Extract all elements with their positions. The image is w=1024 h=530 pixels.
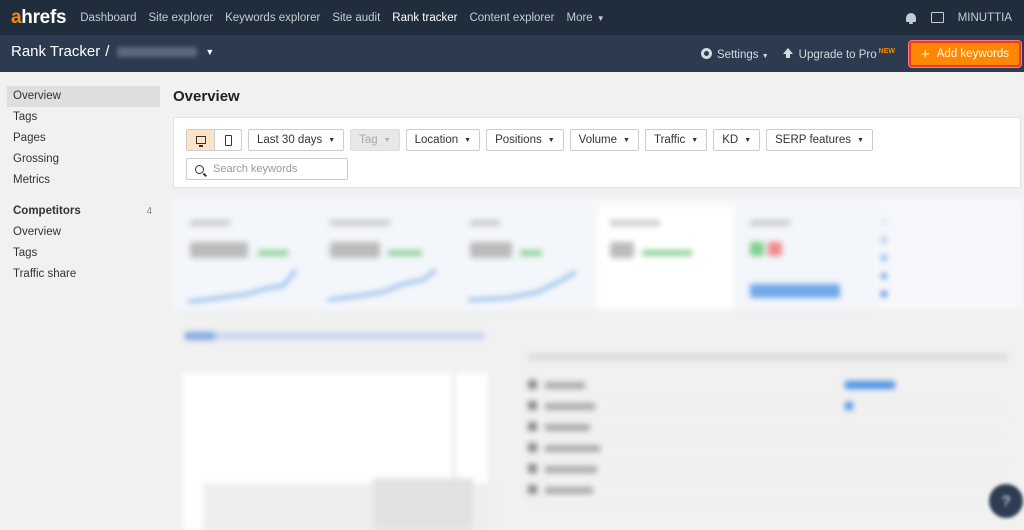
mobile-icon bbox=[224, 134, 232, 146]
plus-icon: + bbox=[921, 45, 930, 63]
filter-panel: Last 30 days ▼ Tag ▼ Location ▼ Positions ▼ … bbox=[173, 117, 1021, 188]
date-range-dropdown[interactable]: Last 30 days ▼ bbox=[248, 129, 345, 151]
nav-keywords-explorer[interactable]: Keywords explorer bbox=[225, 12, 320, 24]
chevron-down-icon: ▼ bbox=[761, 52, 769, 60]
nav-content-explorer[interactable]: Content explorer bbox=[469, 12, 554, 24]
volume-dropdown[interactable]: Volume ▼ bbox=[569, 129, 639, 151]
chevron-down-icon: ▼ bbox=[547, 136, 555, 144]
nav-site-explorer[interactable]: Site explorer bbox=[149, 12, 214, 24]
sparkline bbox=[468, 271, 577, 301]
positions-dropdown[interactable]: Positions ▼ bbox=[486, 129, 564, 151]
metric-card bbox=[738, 206, 873, 310]
sparkline bbox=[328, 269, 437, 301]
nav-site-audit[interactable]: Site audit bbox=[332, 12, 380, 24]
search-icon bbox=[195, 164, 204, 174]
device-toggle bbox=[186, 129, 242, 151]
top-right-controls: MINUTTIA bbox=[905, 0, 1012, 35]
sidebar-item-metrics[interactable]: Metrics bbox=[7, 170, 160, 191]
metric-card bbox=[458, 206, 593, 310]
blurred-overview-content bbox=[173, 198, 1024, 530]
chevron-down-icon: ▼ bbox=[383, 136, 391, 144]
filter-bar: Last 30 days ▼ Tag ▼ Location ▼ Positions ▼ … bbox=[186, 129, 873, 151]
chevron-down-icon: ▼ bbox=[464, 136, 472, 144]
ahrefs-logo[interactable]: ahrefs bbox=[11, 7, 67, 29]
header-actions: Settings ▼ Upgrade to Pro NEW + Add keywor… bbox=[700, 41, 1021, 67]
sidebar-item-pages[interactable]: Pages bbox=[7, 128, 160, 149]
upgrade-button[interactable]: Upgrade to Pro NEW bbox=[782, 47, 895, 61]
settings-button[interactable]: Settings ▼ bbox=[700, 47, 769, 61]
traffic-dropdown[interactable]: Traffic ▼ bbox=[644, 129, 708, 151]
location-dropdown[interactable]: Location ▼ bbox=[405, 129, 481, 151]
sparkline bbox=[188, 269, 297, 303]
breadcrumb: Rank Tracker / ▼ bbox=[11, 43, 214, 60]
mobile-toggle[interactable] bbox=[214, 130, 241, 150]
desktop-toggle[interactable] bbox=[187, 130, 214, 150]
serp-features-dropdown[interactable]: SERP features ▼ bbox=[766, 129, 873, 151]
desktop-icon bbox=[195, 136, 206, 147]
chevron-down-icon: ▼ bbox=[691, 136, 699, 144]
sidebar: Overview Tags Pages Grossing Metrics Com… bbox=[0, 72, 165, 530]
chevron-down-icon: ▼ bbox=[328, 136, 336, 144]
tag-dropdown[interactable]: Tag ▼ bbox=[350, 129, 400, 151]
serp-features-table bbox=[528, 378, 1008, 518]
help-chat-button[interactable]: ? bbox=[989, 484, 1023, 518]
search-keywords-field[interactable] bbox=[186, 158, 348, 180]
project-name-blurred[interactable] bbox=[117, 46, 198, 57]
positions-legend bbox=[881, 214, 1011, 304]
upgrade-arrow-icon bbox=[782, 47, 793, 59]
user-menu[interactable]: MINUTTIA bbox=[958, 12, 1012, 24]
sidebar-item-competitors-overview[interactable]: Overview bbox=[7, 222, 160, 243]
chevron-down-icon: ▼ bbox=[596, 13, 605, 23]
sidebar-item-overview[interactable]: Overview bbox=[7, 86, 160, 107]
chevron-down-icon: ▼ bbox=[857, 136, 864, 144]
search-input[interactable] bbox=[213, 163, 333, 175]
chevron-down-icon: ▼ bbox=[744, 136, 752, 144]
sidebar-item-tags[interactable]: Tags bbox=[7, 107, 160, 128]
sidebar-item-grossing[interactable]: Grossing bbox=[7, 149, 160, 170]
page-title: Rank Tracker bbox=[11, 43, 101, 60]
kd-dropdown[interactable]: KD ▼ bbox=[713, 129, 761, 151]
metric-card bbox=[598, 206, 733, 310]
rank-chart bbox=[183, 373, 493, 530]
bell-icon[interactable] bbox=[905, 12, 917, 24]
chevron-down-icon[interactable]: ▼ bbox=[205, 47, 214, 57]
top-navigation: ahrefs Dashboard Site explorer Keywords … bbox=[0, 0, 1024, 35]
nav-dashboard[interactable]: Dashboard bbox=[80, 12, 136, 24]
nav-more[interactable]: More ▼ bbox=[566, 12, 604, 24]
metric-card bbox=[318, 206, 453, 310]
chevron-down-icon: ▼ bbox=[623, 136, 630, 144]
gear-icon bbox=[700, 47, 712, 59]
metrics-cards-row bbox=[173, 198, 1024, 310]
metric-card bbox=[178, 206, 313, 310]
sidebar-item-competitors-tags[interactable]: Tags bbox=[7, 243, 160, 264]
nav-links: Dashboard Site explorer Keywords explore… bbox=[80, 12, 616, 24]
sub-header: Rank Tracker / ▼ Settings ▼ Upgrade to P… bbox=[0, 35, 1024, 72]
competitors-count: 4 bbox=[146, 206, 152, 217]
monitor-icon[interactable] bbox=[930, 12, 944, 23]
breadcrumb-separator: / bbox=[105, 43, 110, 60]
nav-rank-tracker[interactable]: Rank tracker bbox=[392, 12, 457, 24]
sidebar-item-traffic-share[interactable]: Traffic share bbox=[7, 264, 160, 285]
new-badge: NEW bbox=[878, 47, 895, 55]
main-title: Overview bbox=[173, 88, 240, 105]
competitors-heading: Competitors 4 bbox=[7, 201, 160, 222]
add-keywords-button[interactable]: + Add keywords bbox=[909, 41, 1021, 67]
